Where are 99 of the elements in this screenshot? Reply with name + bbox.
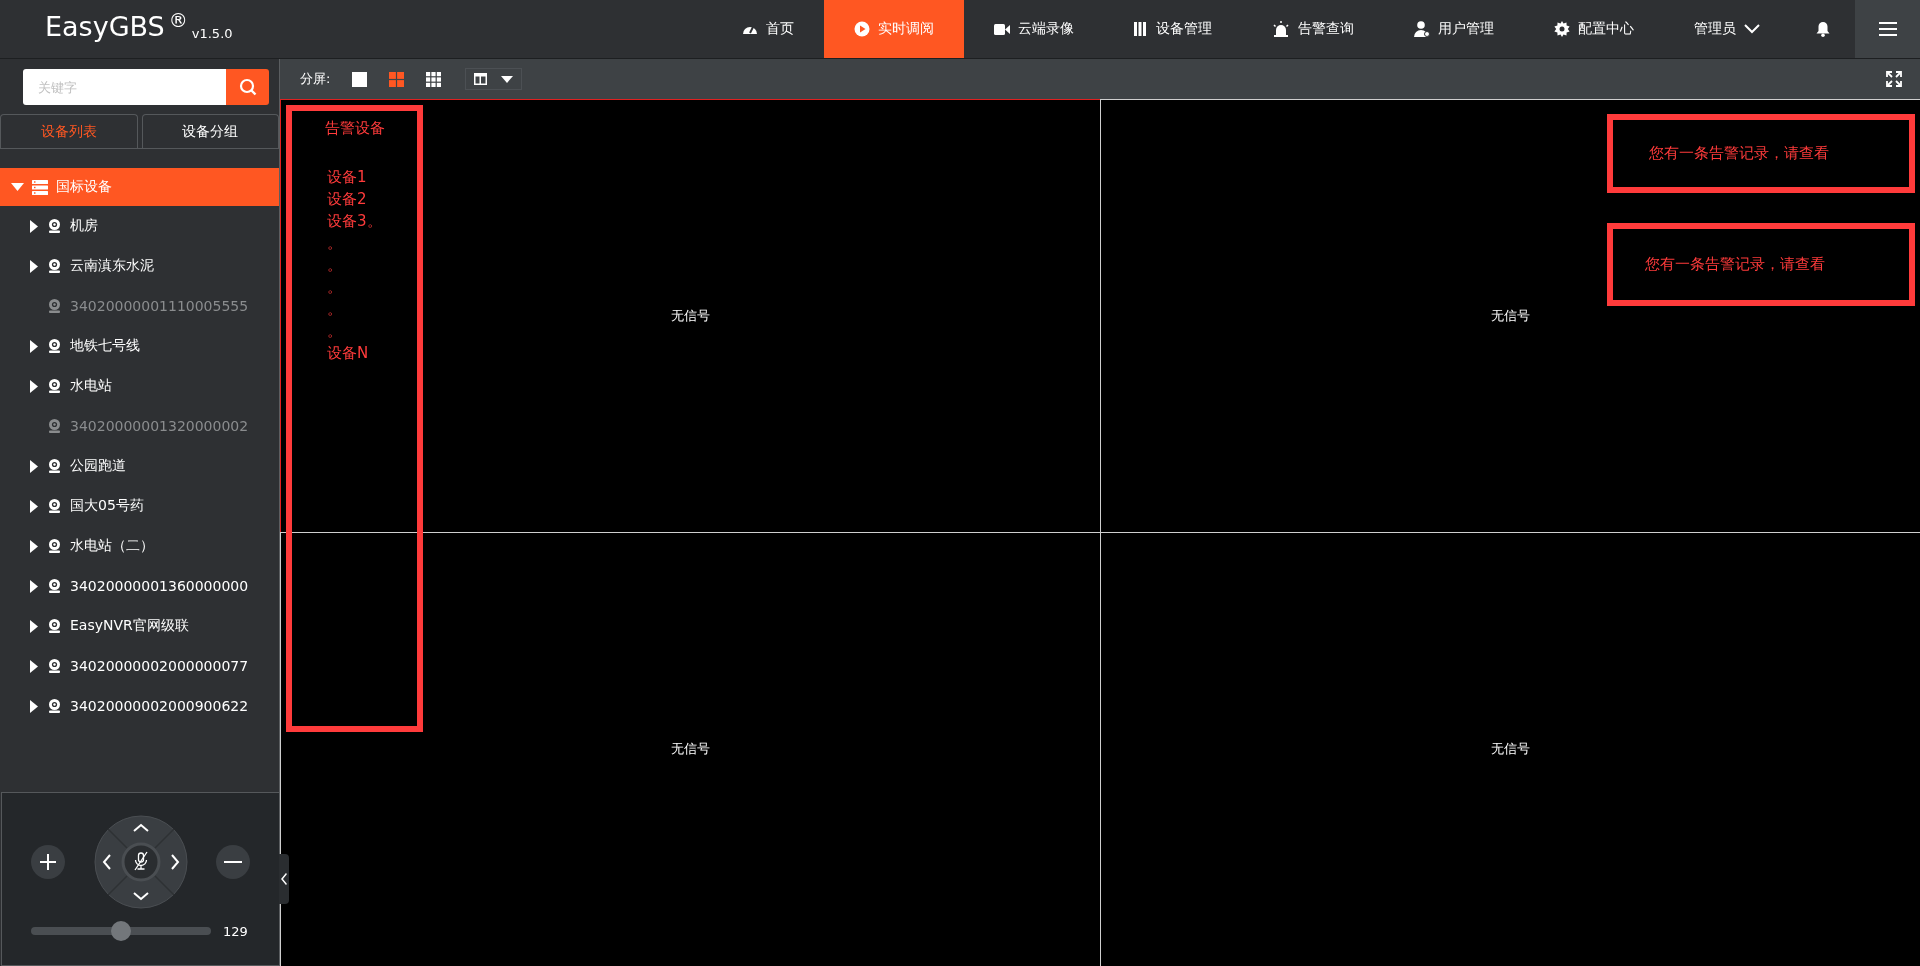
four-grid-icon[interactable] [389,71,405,87]
search-button[interactable] [226,69,269,105]
webcam-icon [48,619,61,633]
caret-right-icon[interactable] [30,379,38,393]
user-icon [1414,21,1430,37]
fullscreen-icon[interactable] [1886,71,1902,87]
layout-icon [474,73,488,85]
caret-down-icon[interactable] [11,183,24,191]
video-camera-icon [994,22,1010,36]
tree-item[interactable]: 34020000001110005555 [0,286,279,326]
tree-item[interactable]: 机房 [0,206,279,246]
collapse-handle[interactable] [279,854,289,904]
video-tile[interactable]: 无信号 [279,532,1101,966]
annotation-title: 告警设备 [323,119,386,138]
search-icon [238,78,257,96]
webcam-icon [48,539,61,553]
annotation-line: 设备2 [327,189,368,210]
split-screen-label: 分屏: [300,70,331,88]
gear-icon [1554,21,1570,37]
webcam-icon [48,299,61,313]
caret-right-icon[interactable] [30,619,38,633]
slider-thumb[interactable] [111,921,131,941]
no-signal-text: 无信号 [1490,306,1530,325]
chevron-left-icon [281,873,287,885]
direction-pad[interactable] [93,815,188,909]
caret-right-icon[interactable] [30,339,38,353]
nav-item[interactable]: 云端录像 [964,0,1104,58]
annotation-line: 。 [327,277,343,298]
caret-right-icon[interactable] [30,499,38,513]
webcam-icon [48,339,61,353]
annotation-line: 设备3。 [327,211,383,232]
tab[interactable]: 设备分组 [141,114,279,148]
nav-item[interactable]: 告警查询 [1242,0,1384,58]
webcam-icon [48,259,61,273]
tree-item[interactable]: 34020000001320000002 [0,406,279,446]
webcam-icon [48,659,61,673]
tree-item[interactable]: EasyNVR官网级联 [0,606,279,646]
user-menu[interactable]: 管理员 [1664,0,1790,58]
webcam-icon [48,219,61,233]
speed-slider[interactable] [31,921,211,941]
annotation-line: 设备1 [327,167,368,188]
tree-item[interactable]: 地铁七号线 [0,326,279,366]
tree-item[interactable]: 34020000002000000077 [0,646,279,686]
tree-item[interactable]: 34020000002000900622 [0,686,279,726]
menu-button[interactable] [1855,0,1920,58]
tree-item[interactable]: 水电站 [0,366,279,406]
tree-item[interactable]: 云南滇东水泥 [0,246,279,286]
menu-icon [1878,22,1897,36]
annotation-line: 。 [327,233,343,254]
nav-item[interactable]: 设备管理 [1104,0,1242,58]
webcam-icon [48,459,61,473]
webcam-icon [48,499,61,513]
minus-icon [224,860,242,864]
zoom-in-button[interactable] [31,845,65,879]
caret-right-icon[interactable] [30,539,38,553]
nav-item[interactable]: 用户管理 [1384,0,1524,58]
caret-right-icon[interactable] [30,259,38,273]
books-icon [1134,22,1148,36]
annotation-line: 设备N [327,343,370,364]
caret-right-icon[interactable] [30,699,38,713]
caret-down-icon [501,75,514,83]
tree-item[interactable]: 公园跑道 [0,446,279,486]
layout-dropdown[interactable] [465,68,523,90]
tab[interactable]: 设备列表 [0,114,138,148]
play-icon [854,21,870,37]
no-signal-text: 无信号 [1490,740,1530,759]
annotation-line: 。 [327,255,343,276]
server-icon [32,179,48,195]
speed-value: 129 [223,923,248,939]
single-view-icon[interactable] [352,71,368,87]
version-label: v1.5.0 [191,26,233,41]
webcam-icon [48,419,61,433]
caret-right-icon[interactable] [30,459,38,473]
search-field[interactable]: 关键字 [23,69,227,105]
logo-text: EasyGBS [45,10,165,44]
tree-item[interactable]: 34020000001360000000 [0,566,279,606]
webcam-icon [48,579,61,593]
nav-item[interactable]: 首页 [712,0,824,58]
no-signal-text: 无信号 [670,306,710,325]
annotation-line: 。 [327,321,343,342]
tree-item[interactable]: 国大05号药 [0,486,279,526]
alarm-light-icon [1272,21,1290,37]
webcam-icon [48,379,61,393]
registered-mark: ® [168,10,188,30]
caret-right-icon[interactable] [30,659,38,673]
tree-item[interactable]: 水电站（二） [0,526,279,566]
plus-icon [40,854,56,870]
caret-right-icon[interactable] [30,579,38,593]
webcam-icon [48,699,61,713]
alert-text: 您有一条告警记录，请查看 [1645,255,1825,274]
chevron-down-icon [1744,24,1760,34]
bell-icon[interactable] [1815,21,1830,37]
zoom-out-button[interactable] [216,845,250,879]
alert-text: 您有一条告警记录，请查看 [1649,144,1829,163]
annotation-line: 。 [327,299,343,320]
nav-item[interactable]: 配置中心 [1524,0,1664,58]
no-signal-text: 无信号 [670,740,710,759]
nine-grid-icon[interactable] [426,71,442,87]
caret-right-icon[interactable] [30,219,38,233]
